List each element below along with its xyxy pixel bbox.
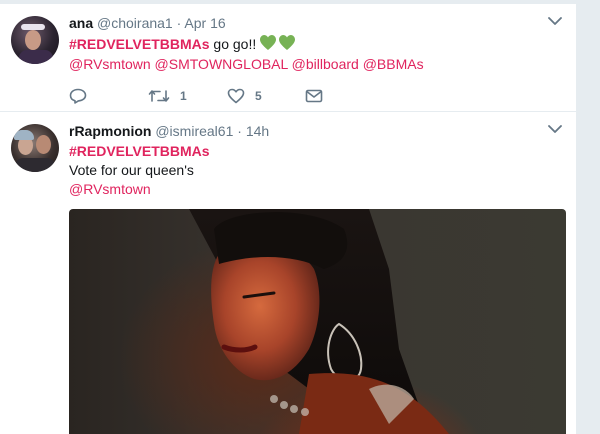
display-name[interactable]: ana [69,15,93,31]
user-handle[interactable]: @choirana1 [97,15,173,31]
direct-message-button[interactable] [305,86,323,106]
retweet-button[interactable]: 1 [148,86,187,106]
mention-link[interactable]: @SMTOWNGLOBAL [155,56,288,72]
retweet-icon [148,90,170,102]
tweet-header: rRapmonion @ismireal61 · 14h [69,122,269,140]
timestamp[interactable]: 14h [246,123,269,139]
mentions-line: @RVsmtown [69,180,151,199]
tweet-text: #REDVELVETBBMAs go go!! [69,35,296,54]
separator-dot: · [176,15,182,31]
tweet-text: #REDVELVETBBMAs [69,142,210,161]
page-background [576,0,600,434]
avatar[interactable] [11,16,59,64]
reply-button[interactable] [69,86,87,106]
tweet[interactable]: ana @choirana1 · Apr 16 #REDVELVETBBMAs … [0,4,576,112]
reply-icon [69,88,87,104]
tweet-text-line: Vote for our queen's [69,162,194,178]
timeline: ana @choirana1 · Apr 16 #REDVELVETBBMAs … [0,0,576,434]
hashtag-link[interactable]: #REDVELVETBBMAs [69,36,210,52]
retweet-count: 1 [180,89,187,103]
mention-link[interactable]: @billboard [292,56,359,72]
green-heart-emoji [260,35,296,50]
display-name[interactable]: rRapmonion [69,123,151,139]
heart-icon [227,88,245,104]
like-count: 5 [255,89,262,103]
photo-image [189,209,449,434]
mentions-line: @RVsmtown @SMTOWNGLOBAL @billboard @BBMA… [69,55,424,74]
tweet-photo[interactable] [69,209,566,434]
separator-dot: · [237,123,242,139]
chevron-down-icon[interactable] [548,16,562,26]
avatar[interactable] [11,124,59,172]
chevron-down-icon[interactable] [548,124,562,134]
tweet-header: ana @choirana1 · Apr 16 [69,14,226,32]
tweet-actions: 1 5 [69,86,369,106]
hashtag-link[interactable]: #REDVELVETBBMAs [69,143,210,159]
mention-link[interactable]: @BBMAs [363,56,424,72]
tweet-text-body: go go!! [209,36,257,52]
tweet[interactable]: rRapmonion @ismireal61 · 14h #REDVELVETB… [0,112,576,434]
envelope-icon [305,89,323,103]
like-button[interactable]: 5 [227,86,262,106]
timestamp[interactable]: Apr 16 [184,15,225,31]
user-handle[interactable]: @ismireal61 [155,123,233,139]
mention-link[interactable]: @RVsmtown [69,181,151,197]
mention-link[interactable]: @RVsmtown [69,56,151,72]
